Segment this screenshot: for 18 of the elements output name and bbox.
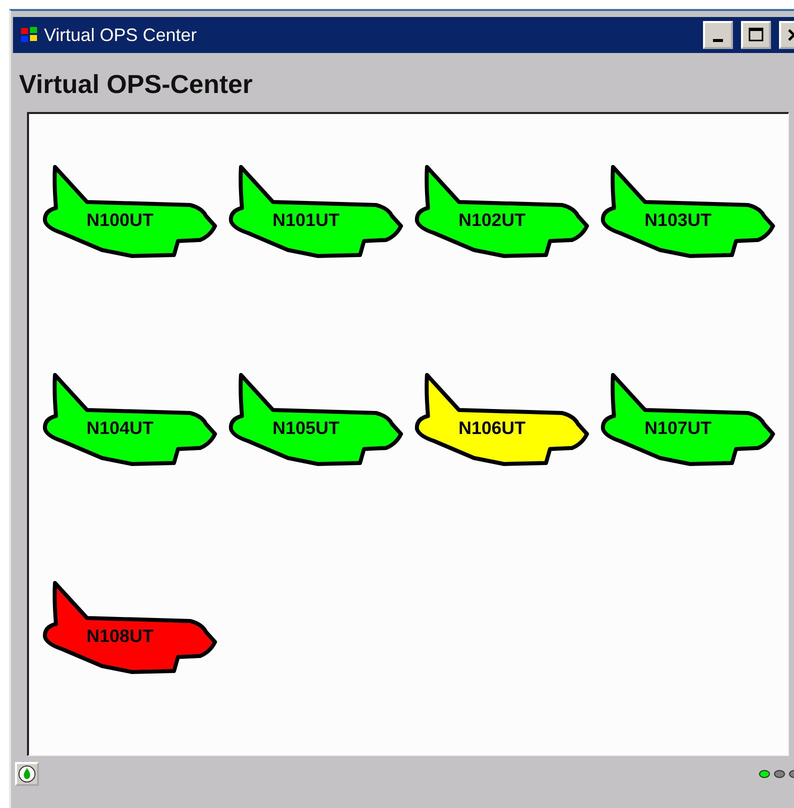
- status-button[interactable]: [15, 762, 39, 786]
- tail-number: N103UT: [643, 210, 713, 231]
- window-title: Virtual OPS Center: [44, 24, 197, 46]
- maximize-button[interactable]: [741, 21, 771, 49]
- tail-number: N108UT: [85, 626, 155, 647]
- tail-number: N102UT: [457, 210, 527, 231]
- minimize-button[interactable]: [703, 21, 733, 49]
- tail-number: N104UT: [85, 418, 155, 439]
- tail-number: N106UT: [457, 418, 527, 439]
- tail-number: N105UT: [271, 418, 341, 439]
- tail-number: N100UT: [85, 210, 155, 231]
- tail-number: N101UT: [271, 210, 341, 231]
- page-heading: Virtual OPS-Center: [19, 69, 254, 100]
- tail-number: N107UT: [643, 418, 713, 439]
- maximize-icon: [748, 27, 764, 43]
- app-icon: [19, 26, 39, 44]
- drop-icon: [18, 765, 36, 783]
- minimize-icon: [713, 38, 723, 42]
